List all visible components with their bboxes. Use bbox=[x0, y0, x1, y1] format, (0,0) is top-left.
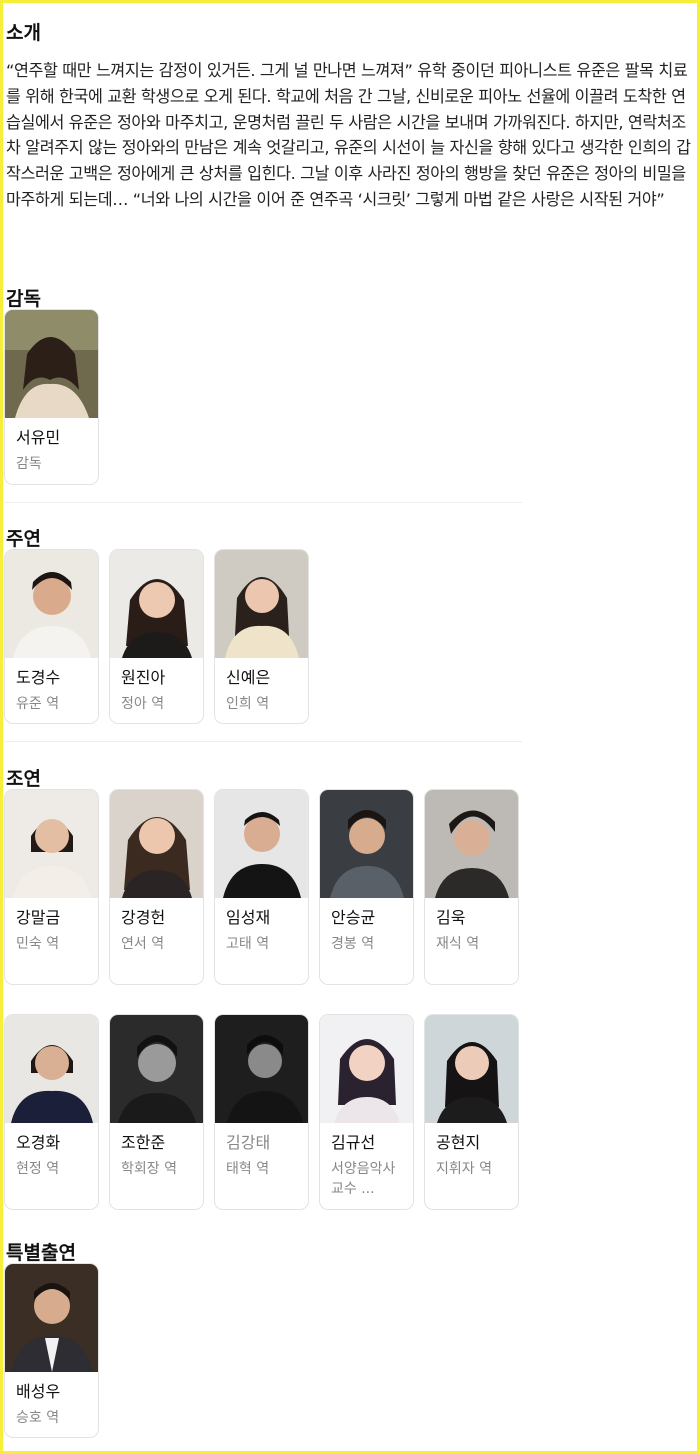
person-card[interactable]: 김규선 서양음악사 교수 ... bbox=[319, 1014, 414, 1210]
person-photo bbox=[215, 1015, 308, 1123]
person-role: 지휘자 역 bbox=[436, 1161, 492, 1177]
person-photo bbox=[215, 790, 308, 898]
person-name: 안승균 bbox=[331, 908, 376, 927]
person-card[interactable]: 도경수 유준 역 bbox=[4, 549, 99, 724]
leads-heading: 주연 bbox=[6, 528, 41, 550]
section-divider bbox=[4, 741, 522, 742]
person-card[interactable]: 강말금 민숙 역 bbox=[4, 789, 99, 985]
person-name: 원진아 bbox=[121, 668, 166, 687]
person-role: 민숙 역 bbox=[16, 936, 60, 952]
person-role: 유준 역 bbox=[16, 696, 60, 712]
person-card[interactable]: 공현지 지휘자 역 bbox=[424, 1014, 519, 1210]
person-card[interactable]: 임성재 고태 역 bbox=[214, 789, 309, 985]
person-name: 오경화 bbox=[16, 1133, 61, 1152]
section-divider bbox=[4, 502, 522, 503]
person-role: 고태 역 bbox=[226, 936, 270, 952]
person-card[interactable]: 안승균 경봉 역 bbox=[319, 789, 414, 985]
synopsis-text: “연주할 때만 느껴지는 감정이 있거든. 그게 널 만나면 느껴져” 유학 중… bbox=[6, 61, 691, 209]
person-card[interactable]: 신예은 인희 역 bbox=[214, 549, 309, 724]
person-role: 재식 역 bbox=[436, 936, 480, 952]
person-name: 김강태 bbox=[226, 1133, 271, 1152]
person-role: 경봉 역 bbox=[331, 936, 375, 952]
person-name: 도경수 bbox=[16, 668, 61, 687]
person-role: 정아 역 bbox=[121, 696, 165, 712]
person-name: 서유민 bbox=[16, 428, 61, 447]
supporting-heading: 조연 bbox=[6, 768, 41, 790]
person-photo bbox=[425, 1015, 518, 1123]
person-name: 김욱 bbox=[436, 908, 466, 927]
person-photo bbox=[5, 1264, 98, 1372]
person-name: 공현지 bbox=[436, 1133, 481, 1152]
person-role: 인희 역 bbox=[226, 696, 270, 712]
person-photo bbox=[5, 550, 98, 658]
person-role: 현정 역 bbox=[16, 1161, 60, 1177]
person-card[interactable]: 서유민 감독 bbox=[4, 309, 99, 485]
person-name: 김규선 bbox=[331, 1133, 376, 1152]
person-name: 강경헌 bbox=[121, 908, 166, 927]
person-card[interactable]: 원진아 정아 역 bbox=[109, 549, 204, 724]
intro-heading: 소개 bbox=[6, 22, 41, 44]
person-name: 임성재 bbox=[226, 908, 271, 927]
person-role: 감독 bbox=[16, 456, 42, 472]
person-photo bbox=[110, 790, 203, 898]
person-card[interactable]: 김욱 재식 역 bbox=[424, 789, 519, 985]
person-photo bbox=[320, 1015, 413, 1123]
highlight-frame bbox=[0, 0, 700, 1454]
person-name: 신예은 bbox=[226, 668, 271, 687]
person-photo bbox=[5, 310, 98, 418]
person-card[interactable]: 김강태 태혁 역 bbox=[214, 1014, 309, 1210]
person-photo bbox=[215, 550, 308, 658]
person-name: 배성우 bbox=[16, 1382, 61, 1401]
person-card[interactable]: 강경헌 연서 역 bbox=[109, 789, 204, 985]
person-photo bbox=[425, 790, 518, 898]
person-photo bbox=[110, 550, 203, 658]
person-role: 연서 역 bbox=[121, 936, 165, 952]
person-card[interactable]: 배성우 승호 역 bbox=[4, 1263, 99, 1438]
special-heading: 특별출연 bbox=[6, 1242, 76, 1264]
person-role: 승호 역 bbox=[16, 1410, 60, 1426]
person-photo bbox=[110, 1015, 203, 1123]
director-heading: 감독 bbox=[6, 288, 41, 310]
person-name: 조한준 bbox=[121, 1133, 166, 1152]
person-photo bbox=[5, 790, 98, 898]
person-card[interactable]: 조한준 학회장 역 bbox=[109, 1014, 204, 1210]
person-photo bbox=[5, 1015, 98, 1123]
person-card[interactable]: 오경화 현정 역 bbox=[4, 1014, 99, 1210]
person-role: 학회장 역 bbox=[121, 1161, 177, 1177]
person-name: 강말금 bbox=[16, 908, 61, 927]
person-photo bbox=[320, 790, 413, 898]
person-role: 태혁 역 bbox=[226, 1161, 270, 1177]
person-role: 서양음악사 교수 ... bbox=[331, 1161, 396, 1197]
